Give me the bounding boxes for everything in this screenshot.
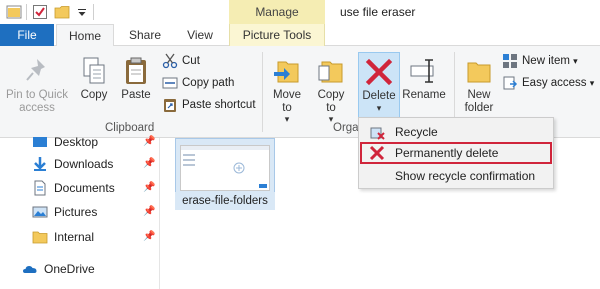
navigation-pane: Desktop 📌 Downloads 📌 Documents 📌 Pictur… (0, 135, 160, 289)
chevron-down-icon: ▾ (589, 78, 595, 88)
menu-item-label: Permanently delete (395, 146, 499, 160)
separator (93, 4, 94, 20)
pin-label: Pin to Quick access (6, 89, 68, 114)
new-folder-icon[interactable] (54, 4, 70, 20)
copy-path-button[interactable]: Copy path (162, 74, 234, 92)
properties-check-icon[interactable] (32, 4, 48, 20)
delete-button[interactable]: Delete ▾ (358, 52, 400, 118)
rename-icon (410, 59, 434, 83)
nav-item-label: Downloads (54, 157, 114, 171)
pin-icon[interactable]: 📌 (143, 182, 155, 194)
nav-item-label: Desktop (54, 135, 99, 149)
nav-item-onedrive[interactable]: OneDrive (22, 259, 95, 279)
copy-path-icon (162, 77, 178, 89)
onedrive-icon (23, 266, 37, 273)
chevron-down-icon: ▾ (284, 114, 290, 124)
copy-to-label: Copy to (317, 89, 345, 114)
tab-share[interactable]: Share (120, 24, 170, 46)
delete-x-icon (365, 58, 393, 86)
menu-item-permanently-delete[interactable]: Permanently delete (360, 142, 552, 164)
file-name[interactable]: erase-file-folders (175, 192, 275, 210)
recycle-bin-icon (370, 127, 385, 140)
paste-shortcut-button[interactable]: Paste shortcut (162, 96, 256, 114)
separator (26, 4, 27, 20)
move-to-icon (274, 61, 299, 83)
group-separator (262, 52, 263, 132)
tab-view[interactable]: View (178, 24, 222, 46)
copy-path-label: Copy path (182, 77, 235, 89)
paste-icon (126, 57, 146, 84)
clipboard-group-label: Clipboard (105, 122, 155, 134)
nav-item-label: Documents (54, 181, 115, 195)
menu-item-label: Recycle (395, 125, 438, 139)
cut-label: Cut (182, 55, 200, 67)
easy-access-icon (503, 76, 518, 90)
easy-access-label: Easy access (522, 77, 587, 89)
chevron-down-icon: ▾ (573, 56, 578, 66)
pin-to-quick-access-button[interactable]: Pin to Quick access (4, 56, 70, 115)
new-folder-label: New folder (464, 89, 494, 114)
rename-label: Rename (402, 89, 446, 101)
copy-button[interactable]: Copy (75, 56, 113, 102)
nav-item-documents[interactable]: Documents (32, 178, 115, 198)
thumbnail-preview-icon (181, 146, 269, 188)
move-to-label: Move to (272, 89, 302, 114)
menu-item-show-recycle-confirmation[interactable]: Show recycle confirmation (361, 165, 551, 187)
copy-icon (83, 57, 105, 84)
tab-home[interactable]: Home (56, 24, 114, 47)
new-item-icon (503, 54, 517, 68)
paste-label: Paste (121, 89, 151, 101)
copy-to-button[interactable]: Copy to ▾ (312, 56, 350, 124)
nav-item-desktop[interactable]: Desktop (32, 132, 98, 152)
folder-icon[interactable] (6, 4, 22, 20)
easy-access-button[interactable]: Easy access ▾ (502, 74, 594, 92)
pin-icon[interactable]: 📌 (143, 136, 155, 148)
delete-label: Delete (362, 90, 396, 102)
new-item-label: New item (522, 55, 570, 67)
window-title: use file eraser (340, 5, 416, 19)
paste-shortcut-label: Paste shortcut (182, 99, 256, 111)
tab-picture-tools[interactable]: Picture Tools (229, 24, 325, 46)
move-to-button[interactable]: Move to ▾ (268, 56, 306, 124)
chevron-down-icon: ▾ (376, 103, 382, 113)
folder-icon (32, 231, 48, 244)
nav-item-label: Internal (54, 230, 95, 244)
nav-item-label: OneDrive (44, 262, 95, 276)
paste-button[interactable]: Paste (116, 56, 156, 102)
organize-group-label: Orga (333, 122, 359, 134)
red-x-icon (369, 145, 385, 161)
pin-icon (26, 59, 45, 81)
nav-item-internal[interactable]: Internal (32, 227, 94, 247)
nav-item-label: Pictures (54, 205, 98, 219)
downloads-icon (34, 157, 46, 171)
cut-button[interactable]: Cut (162, 52, 200, 70)
ribbon-tabs: File Home Share View Picture Tools (0, 24, 600, 47)
contextual-tab-group-label: Manage (229, 0, 325, 24)
new-folder-button[interactable]: New folder (458, 56, 500, 115)
copy-to-icon (318, 61, 343, 83)
pin-icon[interactable]: 📌 (143, 158, 155, 170)
title-bar: Manage use file eraser (0, 0, 600, 24)
pictures-icon (32, 206, 48, 218)
scissors-icon (162, 53, 178, 69)
new-folder-icon (467, 62, 491, 83)
menu-item-recycle[interactable]: Recycle (361, 121, 551, 143)
documents-icon (34, 180, 46, 196)
menu-item-label: Show recycle confirmation (395, 169, 536, 183)
chevron-down-icon[interactable] (76, 4, 88, 20)
new-item-button[interactable]: New item ▾ (502, 52, 578, 70)
copy-label: Copy (80, 89, 108, 101)
paste-shortcut-icon (164, 99, 176, 112)
nav-item-downloads[interactable]: Downloads (32, 154, 113, 174)
nav-item-pictures[interactable]: Pictures (32, 202, 97, 222)
delete-dropdown-menu: Recycle Permanently delete Show recycle … (358, 117, 554, 189)
rename-button[interactable]: Rename (402, 56, 446, 102)
file-thumbnail (180, 145, 270, 191)
desktop-icon (33, 137, 47, 147)
tab-file[interactable]: File (0, 24, 54, 46)
pin-icon[interactable]: 📌 (143, 206, 155, 218)
pin-icon[interactable]: 📌 (143, 231, 155, 243)
